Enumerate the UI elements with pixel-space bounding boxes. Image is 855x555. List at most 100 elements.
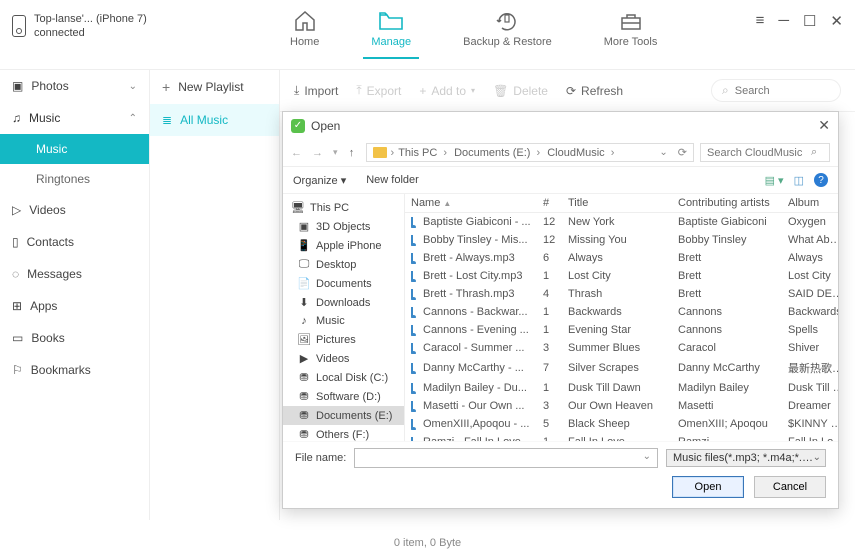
nav-up-button[interactable]: ↑ [344,145,360,161]
preview-pane-button[interactable]: ◫ [794,174,804,187]
file-row[interactable]: Ramzi - Fall In Love. 1 Fall In Love Ram… [405,433,838,441]
file-row[interactable]: Brett - Always.mp3 6 Always Brett Always [405,249,838,267]
sidebar-label: Books [31,331,64,345]
delete-button[interactable]: 🗑Delete [493,84,548,98]
filename-input[interactable]: ⌄ [354,448,658,468]
file-track: 7 [543,362,568,374]
col-title[interactable]: Title [568,197,678,209]
file-row[interactable]: Baptiste Giabiconi - ... 12 New York Bap… [405,213,838,231]
file-row[interactable]: Cannons - Backwar... 1 Backwards Cannons… [405,303,838,321]
export-button[interactable]: ⤒Export [356,83,401,98]
search-box[interactable]: ⌕ [711,79,841,102]
maximize-icon[interactable]: ☐ [803,12,816,30]
file-row[interactable]: Cannons - Evening ... 1 Evening Star Can… [405,321,838,339]
tree-item[interactable]: ⛃Others (F:) [283,425,404,441]
col-artists[interactable]: Contributing artists [678,197,788,209]
cancel-button[interactable]: Cancel [754,476,826,498]
tree-icon: ⛃ [297,428,311,441]
tree-item[interactable]: 🖼Pictures [283,330,404,349]
file-name: OmenXIII,Apoqou - ... [423,418,529,430]
tab-manage[interactable]: Manage [363,4,419,58]
tab-backup[interactable]: Backup & Restore [455,4,560,58]
col-num[interactable]: # [543,197,568,209]
nav-forward-icon[interactable]: → [312,147,323,159]
tree-item[interactable]: 📱Apple iPhone [283,236,404,255]
file-row[interactable]: Brett - Lost City.mp3 1 Lost City Brett … [405,267,838,285]
sidebar-item-books[interactable]: ▭ Books [0,322,149,354]
app-badge-icon: ✓ [291,119,305,133]
file-row[interactable]: Caracol - Summer ... 3 Summer Blues Cara… [405,339,838,357]
file-row[interactable]: Madilyn Bailey - Du... 1 Dusk Till Dawn … [405,379,838,397]
addto-button[interactable]: +Add to▾ [419,84,475,98]
menu-icon[interactable]: ≡ [756,12,765,30]
file-album: Dusk Till Daw [788,382,838,394]
tree-icon: ▶ [297,352,311,365]
all-music-item[interactable]: ≣ All Music [150,104,279,136]
crumb[interactable]: CloudMusic [547,147,617,159]
tree-item[interactable]: ▶Videos [283,349,404,368]
music-file-icon [411,419,419,429]
tree-icon: 🖵 [297,258,311,271]
open-button[interactable]: Open [672,476,744,498]
minimize-icon[interactable]: ─ [778,12,789,30]
tab-tools[interactable]: More Tools [596,4,666,58]
tree-item[interactable]: ⛃Documents (E:) [283,406,404,425]
tab-home[interactable]: Home [282,4,327,58]
file-row[interactable]: OmenXIII,Apoqou - ... 5 Black Sheep Omen… [405,415,838,433]
open-dialog: ✓ Open ✕ ← → ▾ ↑ › This PC Documents (E:… [282,111,839,509]
file-row[interactable]: Masetti - Our Own ... 3 Our Own Heaven M… [405,397,838,415]
top-tabs: Home Manage Backup & Restore More Tools [282,4,665,58]
import-button[interactable]: ⤓Import [294,83,338,98]
file-row[interactable]: Bobby Tinsley - Mis... 12 Missing You Bo… [405,231,838,249]
search-input[interactable] [735,85,825,97]
sidebar-item-videos[interactable]: ▷ Videos [0,194,149,226]
tree-item[interactable]: ♪Music [283,312,404,330]
tree-item[interactable]: ⛃Local Disk (C:) [283,368,404,387]
refresh-button[interactable]: ⟳Refresh [566,84,623,98]
close-icon[interactable]: ✕ [830,12,843,30]
file-row[interactable]: Brett - Thrash.mp3 4 Thrash Brett SAID D… [405,285,838,303]
file-type-filter[interactable]: Music files(*.mp3; *.m4a;*.aac;⌄ [666,449,826,467]
dialog-search-input[interactable] [707,147,807,159]
dialog-search[interactable]: ⌕ [700,143,830,162]
sidebar-item-messages[interactable]: ◌ Messages [0,258,149,290]
col-name[interactable]: Name ▲ [411,197,543,209]
new-playlist-button[interactable]: + New Playlist [150,70,279,104]
file-album: Shiver [788,342,838,354]
tree-item[interactable]: ⛃Software (D:) [283,387,404,406]
help-button[interactable]: ? [814,173,828,187]
crumb[interactable]: This PC [398,147,450,159]
file-row[interactable]: Danny McCarthy - ... 7 Silver Scrapes Da… [405,357,838,379]
address-bar[interactable]: › This PC Documents (E:) CloudMusic ⌄ ⟳ [366,143,694,162]
dialog-close-button[interactable]: ✕ [818,117,830,134]
chevron-down-icon[interactable]: ⌄ [643,451,651,462]
sidebar-item-music[interactable]: ♫ Music ⌃ [0,102,149,134]
organize-button[interactable]: Organize ▾ [293,174,346,187]
file-artist: Brett [678,252,788,264]
tree-item[interactable]: 🖥This PC [283,198,404,217]
sidebar-sub-ringtones[interactable]: Ringtones [0,164,149,194]
tree-item[interactable]: ▣3D Objects [283,217,404,236]
file-album: Lost City [788,270,838,282]
crumb[interactable]: Documents (E:) [454,147,543,159]
tree-item[interactable]: 🖵Desktop [283,255,404,274]
chevron-down-icon[interactable]: ⌄ [659,147,667,158]
tree-item[interactable]: 📄Documents [283,274,404,293]
sidebar-sub-music[interactable]: Music [0,134,149,164]
sidebar-item-contacts[interactable]: ▯ Contacts [0,226,149,258]
tree-label: This PC [310,202,349,214]
search-icon: ⌕ [811,146,817,159]
import-icon: ⤓ [294,83,299,98]
music-file-icon [411,307,419,317]
view-mode-button[interactable]: ▤ ▾ [765,174,784,187]
sidebar-item-apps[interactable]: ⊞ Apps [0,290,149,322]
file-title: Always [568,252,678,264]
refresh-icon[interactable]: ⟳ [678,146,687,159]
nav-back-icon[interactable]: ← [291,147,302,159]
sidebar-item-photos[interactable]: ▣ Photos ⌄ [0,70,149,102]
sidebar-item-bookmarks[interactable]: ⚐ Bookmarks [0,354,149,386]
col-album[interactable]: Album [788,197,838,209]
new-folder-button[interactable]: New folder [366,174,419,186]
tree-item[interactable]: ⬇Downloads [283,293,404,312]
nav-recent-icon[interactable]: ▾ [333,147,338,159]
